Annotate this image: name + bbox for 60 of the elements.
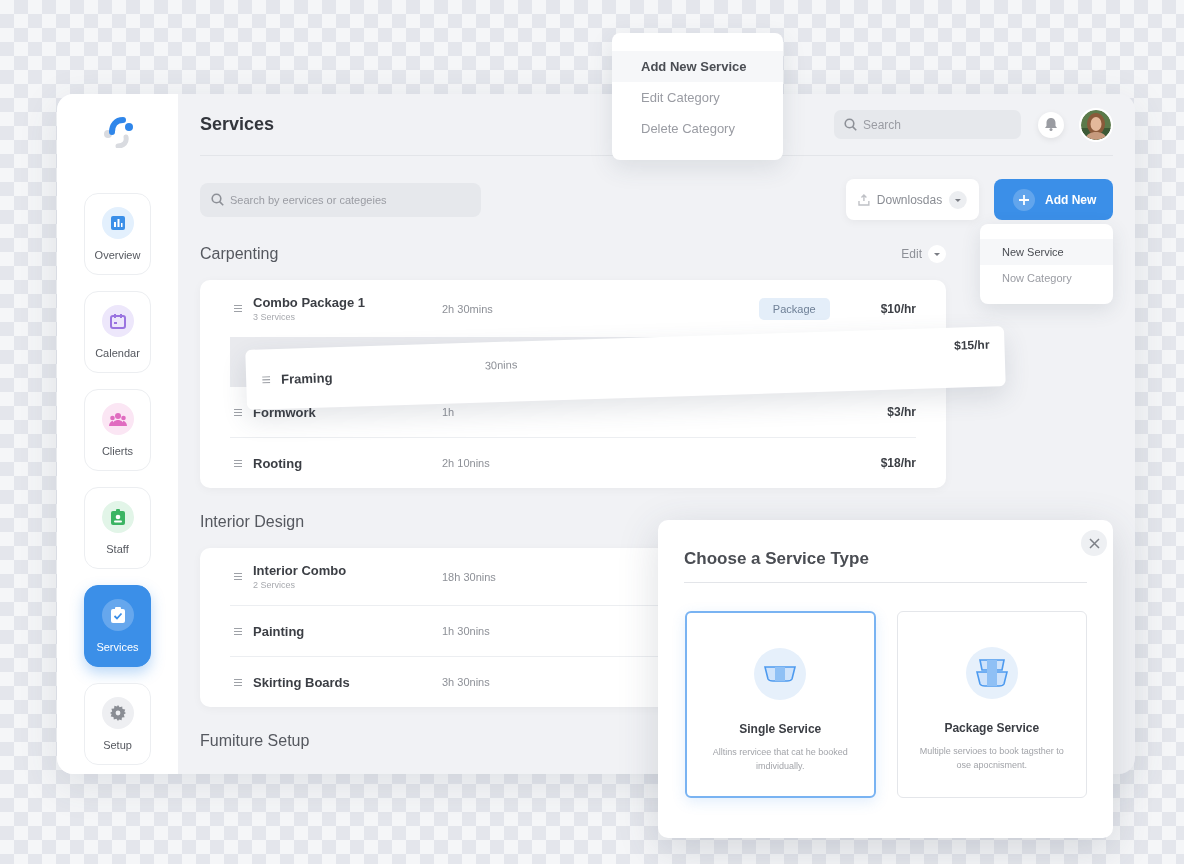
sidebar-item[interactable]: Clierts	[84, 389, 151, 471]
package-tag: Package	[758, 297, 830, 320]
drag-handle-icon[interactable]	[234, 459, 242, 467]
service-name: Combo Package 1	[253, 295, 366, 310]
service-type-option[interactable]: Package Service Multiple servioes to book tagsther to ose apocnisment.	[896, 611, 1087, 798]
calendar-icon	[109, 313, 126, 329]
price-text: $18/hr	[880, 456, 916, 470]
search-field[interactable]: Search by eervices or categeies	[200, 182, 481, 217]
menu-item[interactable]: Add New Service	[612, 51, 783, 82]
duration-text: 2h 30mins	[442, 302, 493, 315]
duration-text: 3h 30nins	[442, 676, 490, 688]
sidebar-item[interactable]: Overview	[84, 193, 151, 275]
service-type-option[interactable]: Single Service Alltins rervicee that cat he booked imdividually.	[685, 611, 876, 798]
menu-item[interactable]: New Service	[980, 239, 1113, 265]
people-icon	[108, 412, 127, 426]
duration-text: 18h 30nins	[442, 570, 496, 583]
category-title: Interior Design	[200, 513, 305, 531]
search-icon	[211, 193, 224, 206]
search-field[interactable]: Search	[834, 110, 1021, 139]
drag-handle-icon[interactable]	[234, 408, 242, 416]
download-button[interactable]: Downlosdas	[846, 179, 979, 220]
service-name: Rooting	[253, 455, 304, 471]
clipboard-check-icon	[110, 607, 125, 623]
bowl-icon	[764, 666, 797, 682]
sidebar-item[interactable]: Calendar	[84, 291, 151, 373]
page-title: Services	[200, 114, 275, 135]
service-name: Skirting Boards	[253, 674, 351, 690]
duration-text: 1h 30nins	[442, 625, 490, 637]
sidebar-item[interactable]: Staff	[84, 487, 151, 569]
category-title: Fumiture Setup	[200, 732, 310, 750]
search-icon	[844, 118, 857, 131]
service-count: 2 Services	[253, 580, 297, 590]
drag-handle-icon[interactable]	[234, 573, 242, 580]
drag-handle-icon[interactable]	[234, 678, 242, 686]
duration-text: 2h 10nins	[442, 457, 490, 469]
caret-icon	[949, 190, 967, 209]
plus-icon	[1013, 188, 1035, 211]
drag-handle-icon[interactable]	[234, 627, 242, 635]
badge-icon	[110, 509, 125, 525]
service-name: Framing	[280, 368, 334, 387]
dialog-title: Choose a Service Type	[684, 548, 869, 569]
chart-icon	[110, 216, 125, 230]
service-name: Painting	[253, 623, 306, 639]
service-count: 3 Services	[253, 312, 297, 322]
sidebar-item[interactable]: Setup	[84, 683, 151, 765]
price-text: $10/hr	[880, 301, 916, 316]
stacked-bowls-icon	[975, 659, 1008, 687]
notification-button[interactable]	[1038, 111, 1064, 138]
category-title: Carpenting	[200, 245, 279, 263]
gear-icon	[109, 705, 126, 721]
caret-icon	[928, 245, 946, 263]
service-name: Interior Combo	[253, 563, 348, 578]
duration-text: 30nins	[484, 358, 518, 372]
close-icon	[1088, 537, 1100, 549]
drag-handle-icon[interactable]	[234, 305, 242, 312]
bell-icon	[1045, 118, 1057, 131]
close-button[interactable]	[1081, 530, 1107, 556]
drag-handle-icon[interactable]	[262, 375, 271, 383]
upload-icon	[858, 193, 870, 206]
price-text: $15/hr	[953, 337, 990, 353]
